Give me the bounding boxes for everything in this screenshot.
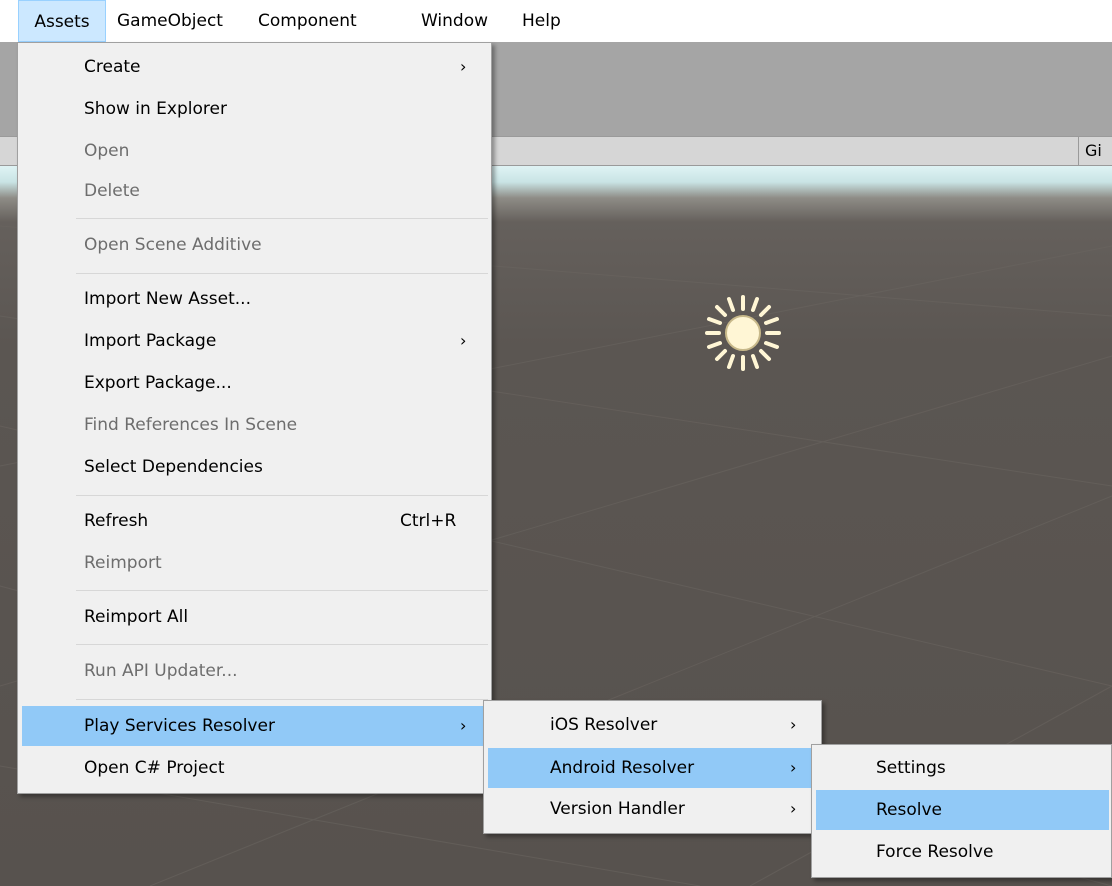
menu-item-label: Settings xyxy=(876,758,946,778)
menu-gameobject[interactable]: GameObject xyxy=(117,0,223,42)
menu-item-label: Reimport xyxy=(84,553,162,573)
menu-bar: Assets GameObject Component Window Help xyxy=(0,0,1112,42)
menu-item-reimport-all[interactable]: Reimport All xyxy=(20,597,489,637)
menu-item-label: Open C# Project xyxy=(84,758,225,778)
menu-item-create[interactable]: Create › xyxy=(20,47,489,87)
menu-item-label: Find References In Scene xyxy=(84,415,298,435)
menu-item-label: Run API Updater... xyxy=(84,661,238,681)
menu-item-import-new-asset[interactable]: Import New Asset... xyxy=(20,279,489,319)
menu-item-label: Select Dependencies xyxy=(84,457,263,477)
menu-item-label: Delete xyxy=(84,181,140,201)
menu-item-run-api-updater: Run API Updater... xyxy=(20,651,489,691)
submenu-arrow-icon: › xyxy=(460,331,467,350)
menu-separator xyxy=(76,273,488,274)
menu-item-label: Create xyxy=(84,57,141,77)
submenu-arrow-icon: › xyxy=(460,716,467,735)
menu-item-label: Play Services Resolver xyxy=(84,716,275,736)
menu-item-open-csharp-project[interactable]: Open C# Project xyxy=(20,748,489,788)
menu-item-label: iOS Resolver xyxy=(550,715,658,735)
menu-item-label: Export Package... xyxy=(84,373,232,393)
menu-item-play-services-resolver[interactable]: Play Services Resolver › xyxy=(22,706,489,746)
menu-item-label: Import Package xyxy=(84,331,217,351)
menu-item-refresh[interactable]: Refresh Ctrl+R xyxy=(20,501,489,541)
menu-assets[interactable]: Assets xyxy=(18,0,106,42)
menu-item-ios-resolver[interactable]: iOS Resolver › xyxy=(486,705,819,745)
menu-item-force-resolve[interactable]: Force Resolve xyxy=(814,832,1109,872)
menu-item-resolve[interactable]: Resolve xyxy=(816,790,1109,830)
menu-item-import-package[interactable]: Import Package › xyxy=(20,321,489,361)
menu-item-reimport: Reimport xyxy=(20,543,489,583)
gizmos-dropdown[interactable]: Gi xyxy=(1078,137,1102,165)
menu-item-export-package[interactable]: Export Package... xyxy=(20,363,489,403)
menu-item-open-scene-additive: Open Scene Additive xyxy=(20,225,489,265)
menu-item-label: Force Resolve xyxy=(876,842,994,862)
menu-item-label: Resolve xyxy=(876,800,943,820)
directional-light-sun-icon[interactable] xyxy=(695,285,791,381)
menu-item-select-dependencies[interactable]: Select Dependencies xyxy=(20,447,489,487)
play-services-resolver-submenu: iOS Resolver › Android Resolver › Versio… xyxy=(483,700,822,834)
menu-item-android-resolver[interactable]: Android Resolver › xyxy=(488,748,819,788)
menu-item-label: Refresh xyxy=(84,511,149,531)
android-resolver-submenu: Settings Resolve Force Resolve xyxy=(811,744,1112,878)
menu-item-label: Import New Asset... xyxy=(84,289,251,309)
menu-item-label: Reimport All xyxy=(84,607,189,627)
menu-item-label: Open Scene Additive xyxy=(84,235,262,255)
menu-item-label: Show in Explorer xyxy=(84,99,227,119)
menu-component[interactable]: Component xyxy=(258,0,357,42)
menu-item-show-in-explorer[interactable]: Show in Explorer xyxy=(20,89,489,129)
menu-item-open: Open xyxy=(20,131,489,171)
menu-item-shortcut: Ctrl+R xyxy=(400,511,457,531)
menu-item-delete: Delete xyxy=(20,171,489,211)
menu-separator xyxy=(76,495,488,496)
assets-menu: Create › Show in Explorer Open Delete Op… xyxy=(17,42,492,794)
menu-separator xyxy=(76,644,488,645)
submenu-arrow-icon: › xyxy=(790,715,797,734)
submenu-arrow-icon: › xyxy=(790,799,797,818)
menu-item-label: Android Resolver xyxy=(550,758,695,778)
menu-item-find-references: Find References In Scene xyxy=(20,405,489,445)
submenu-arrow-icon: › xyxy=(460,57,467,76)
menu-window[interactable]: Window xyxy=(421,0,488,42)
menu-item-version-handler[interactable]: Version Handler › xyxy=(486,789,819,829)
menu-item-label: Version Handler xyxy=(550,799,685,819)
menu-separator xyxy=(76,699,488,700)
menu-separator xyxy=(76,218,488,219)
menu-help[interactable]: Help xyxy=(522,0,561,42)
submenu-arrow-icon: › xyxy=(790,758,797,777)
menu-item-settings[interactable]: Settings xyxy=(814,748,1109,788)
menu-item-label: Open xyxy=(84,141,130,161)
menu-separator xyxy=(76,590,488,591)
